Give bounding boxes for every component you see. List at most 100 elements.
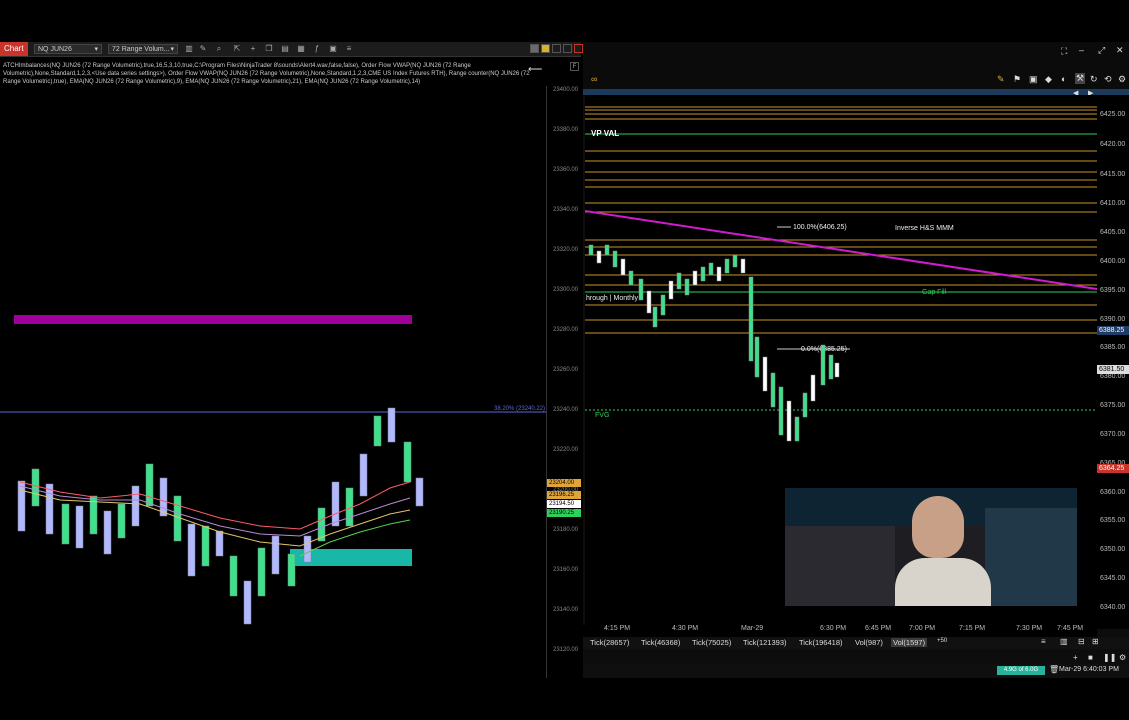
settings-icon[interactable]: ⚙ [1119,653,1126,662]
magnet-icon[interactable]: ◐ [1061,74,1066,84]
chevron-down-icon: ▾ [170,46,174,53]
window-color-button[interactable] [541,44,550,53]
sync-icon[interactable]: ⟲ [1104,74,1112,85]
pointer-icon[interactable]: ⇱ [232,44,242,54]
tab-tick-46368[interactable]: Tick(46368) [641,638,680,647]
indicators-icon[interactable]: ƒ [312,44,322,54]
timeframe-tabs: Tick(28657) Tick(46368) Tick(75025) Tick… [583,637,1129,649]
price-tick: 23220.00 [553,447,579,453]
add-tab-button[interactable]: +50 [937,638,947,644]
close-button[interactable] [574,44,583,53]
left-candle [131,485,140,527]
timeframe-selector[interactable]: 72 Range Volum... ▾ [108,44,178,54]
tag-icon[interactable]: ◆ [1045,74,1052,85]
price-tick: 23140.00 [553,607,579,613]
refresh-icon[interactable]: ↻ [1090,74,1098,85]
time-tick: 7:30 PM [1016,625,1043,632]
right-candle [786,400,792,442]
right-candle [748,276,754,362]
left-candle [75,505,84,549]
stop-icon[interactable]: ■ [1088,653,1093,662]
data-box-icon[interactable]: ▦ [296,44,306,54]
price-tick: 6350.00 [1100,546,1126,553]
workspace-icon[interactable]: ⛶ [1061,46,1067,57]
minimize-icon[interactable]: – [1079,45,1084,55]
box-icon[interactable]: ▣ [1029,74,1038,85]
left-price-chart[interactable]: 38.20% (23240.22) [0,86,546,678]
webcam-overlay [785,488,1077,606]
left-candle [201,525,210,567]
left-candle [159,477,168,517]
left-candle [117,503,126,539]
left-candle [103,510,112,555]
zoom-in-icon[interactable]: ⊞ [1092,637,1099,646]
tab-tick-75025[interactable]: Tick(75025) [692,638,731,647]
crosshair-icon[interactable]: + [248,44,258,54]
tab-tick-28657[interactable]: Tick(28657) [590,638,629,647]
webcam-head [912,496,964,558]
left-price-axis[interactable]: 23400.00 23380.00 23360.00 23340.00 2332… [546,86,582,678]
left-candle [229,555,238,597]
link-icon[interactable]: ∞ [591,74,597,84]
right-candle [724,258,730,274]
strategies-icon[interactable]: ▣ [328,44,338,54]
alert-icon[interactable]: ⚑ [1013,74,1021,85]
right-candle [668,280,674,300]
zoom-out-icon[interactable]: ⊟ [1078,637,1085,646]
tab-tick-196418[interactable]: Tick(196418) [799,638,843,647]
chart-style-icon[interactable]: ▥ [1060,637,1068,646]
time-axis[interactable]: 4:15 PM 4:30 PM Mar-29 6:30 PM 6:45 PM 7… [583,625,1097,637]
time-tick: 7:15 PM [959,625,986,632]
menu-icon[interactable]: ≡ [1041,637,1046,646]
trash-icon[interactable]: 🗑 [1049,665,1059,674]
pause-icon[interactable]: ❚❚ [1103,653,1116,662]
right-candle [828,354,834,380]
zoom-icon[interactable]: ⌕ [214,44,224,54]
templates-icon[interactable]: ≡ [344,44,354,54]
bar-type-icon[interactable]: ▥ [184,44,194,54]
vp-val-label: VP VAL [591,129,619,138]
price-tag: 6388.25 [1097,326,1129,335]
tab-tick-121393[interactable]: Tick(121393) [743,638,787,647]
settings-icon[interactable]: ⚙ [1118,74,1126,85]
draw-icon[interactable]: ✎ [997,74,1005,85]
left-candle [31,468,40,507]
tab-vol-1597[interactable]: Vol(1597) [891,638,928,647]
copy-icon[interactable]: ❐ [264,44,274,54]
add-icon[interactable]: + [1073,653,1078,662]
right-candle [754,336,760,378]
left-candle [287,553,296,587]
instrument-selector[interactable]: NQ JUN26 ▾ [34,44,102,54]
right-price-axis[interactable]: 6425.00 6420.00 6415.00 6410.00 6405.00 … [1097,95,1129,629]
right-candle [620,258,626,276]
left-candle [387,407,396,443]
maximize-icon[interactable]: ⤢ [1098,45,1105,56]
minimize-button[interactable] [552,44,561,53]
memory-badge: 4.9G of 6.0G [997,666,1045,675]
draw-tool-icon[interactable]: ✎ [198,44,208,54]
price-tick: 6425.00 [1100,111,1126,118]
price-tick: 6355.00 [1100,517,1126,524]
properties-icon[interactable]: ▤ [280,44,290,54]
time-tick: 7:45 PM [1057,625,1084,632]
scale-toggle-button[interactable]: F [570,62,579,71]
tools-icon[interactable]: ⚒ [1075,73,1086,84]
price-tick: 6390.00 [1100,316,1126,323]
webcam-shirt [895,558,991,606]
close-icon[interactable]: ✕ [1116,45,1124,56]
window-link-button[interactable] [530,44,539,53]
left-candle [187,523,196,577]
right-candle [810,374,816,402]
right-candle [834,362,840,378]
tab-vol-987[interactable]: Vol(987) [855,638,883,647]
maximize-button[interactable] [563,44,572,53]
right-candle [652,306,658,328]
chart-tab[interactable]: Chart [0,42,28,56]
left-candle [359,453,368,497]
price-tick: 23180.00 [553,527,579,533]
fvg-label: FVG [595,412,609,419]
right-candle [700,266,706,282]
price-tick: 6370.00 [1100,431,1126,438]
price-tag: 23204.00 [547,479,581,487]
price-tick: 6340.00 [1100,604,1126,611]
